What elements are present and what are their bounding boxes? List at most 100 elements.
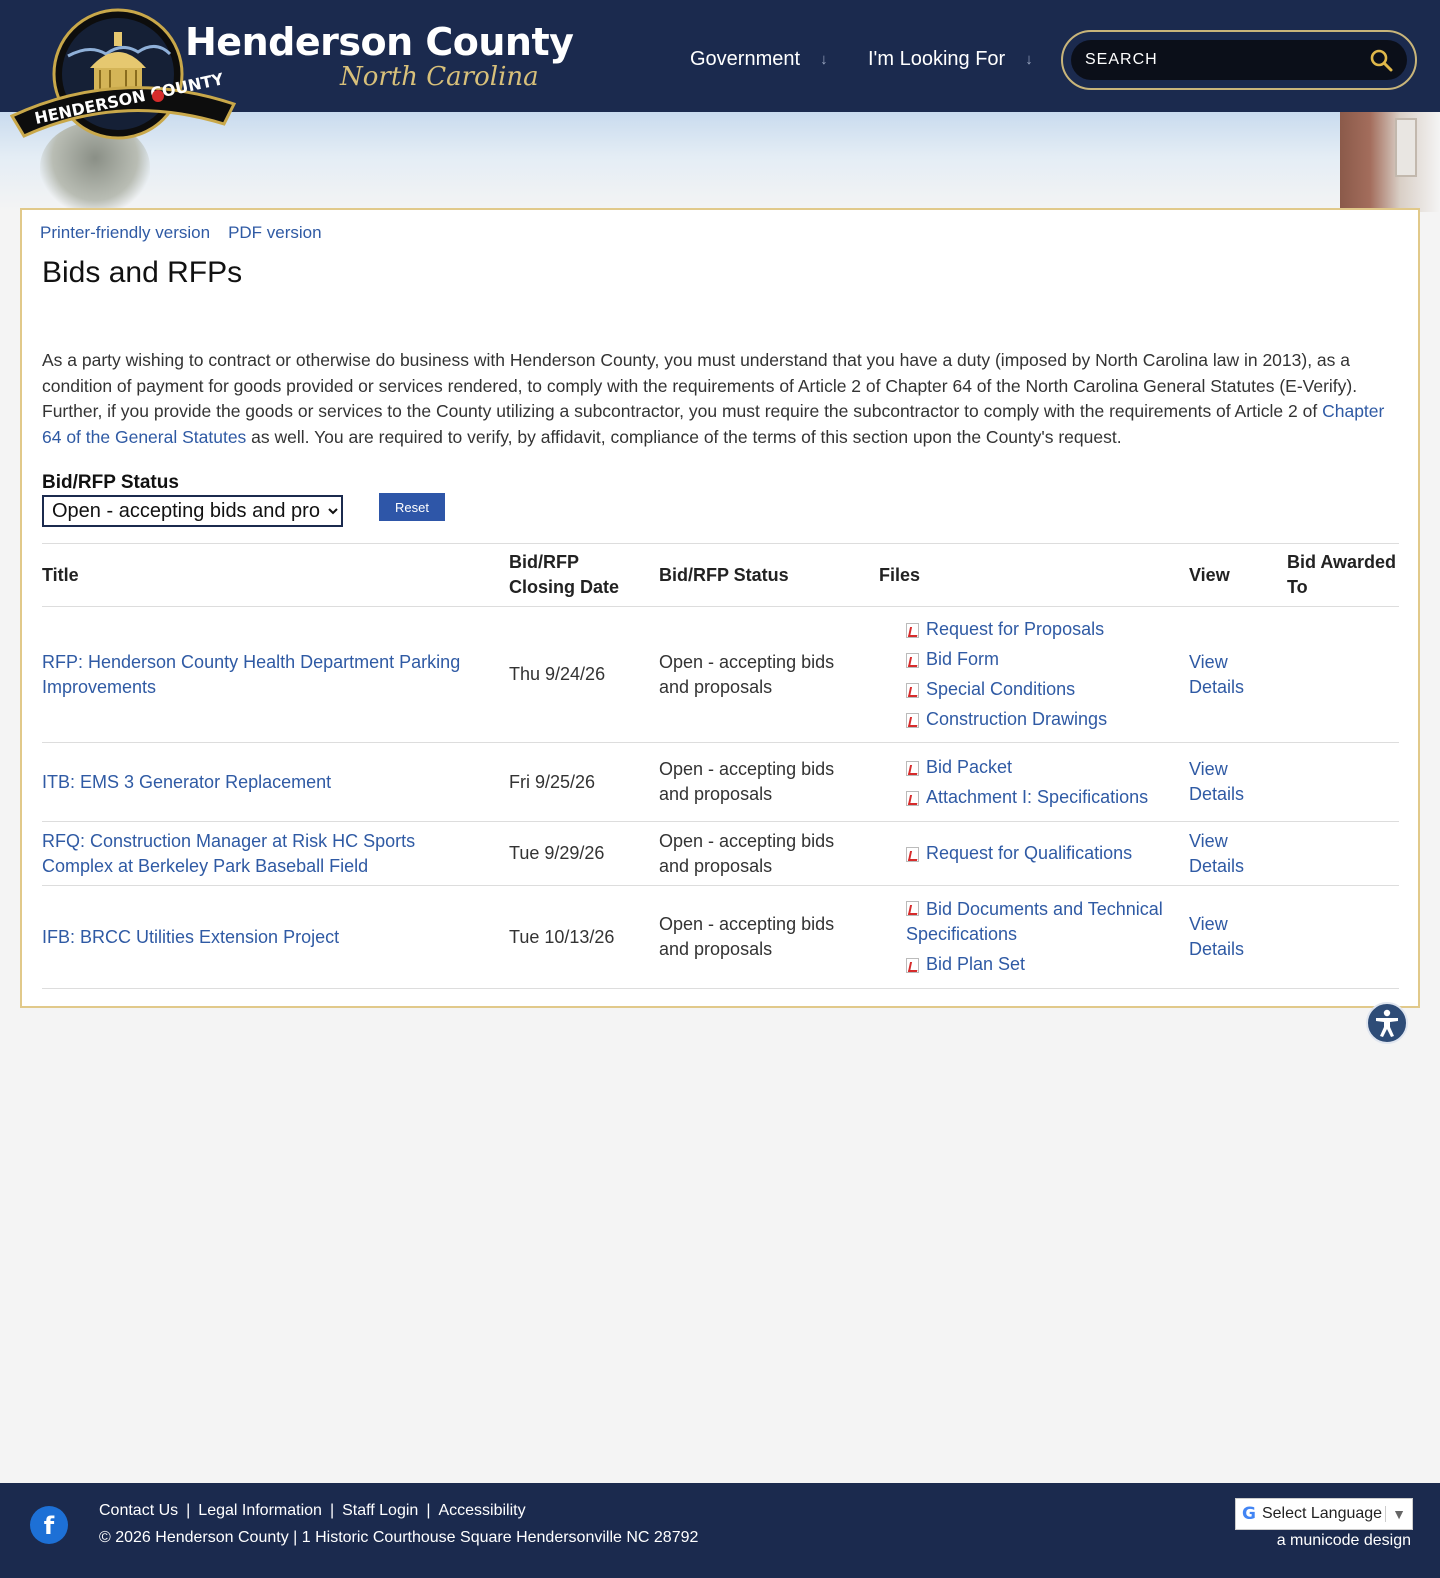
bid-status: Open - accepting bids and proposals <box>659 885 879 989</box>
site-header: HENDERSON COUNTY Henderson County North … <box>0 0 1440 140</box>
search-icon[interactable] <box>1369 48 1393 72</box>
files-list: Bid Documents and Technical Specificatio… <box>906 895 1189 980</box>
view-details-link[interactable]: View Details <box>1189 759 1244 804</box>
table-row: IFB: BRCC Utilities Extension Project Tu… <box>42 885 1399 989</box>
site-footer: f Contact Us | Legal Information | Staff… <box>0 1483 1440 1578</box>
view-details-link[interactable]: View Details <box>1189 914 1244 959</box>
closing-date: Thu 9/24/26 <box>509 606 659 743</box>
view-details-link[interactable]: View Details <box>1189 652 1244 697</box>
search-box <box>1071 40 1407 80</box>
google-translate-icon: G <box>1242 1504 1256 1524</box>
county-seal-logo[interactable]: HENDERSON COUNTY <box>10 8 236 144</box>
col-files: Files <box>879 543 1189 607</box>
pdf-file-icon <box>906 901 919 916</box>
search-container <box>1061 30 1417 90</box>
file-item: Bid Form <box>906 645 1189 675</box>
pdf-version-link[interactable]: PDF version <box>228 223 322 243</box>
bid-status: Open - accepting bids and proposals <box>659 606 879 743</box>
file-link[interactable]: Bid Form <box>926 647 999 672</box>
footer-links: Contact Us | Legal Information | Staff L… <box>99 1502 526 1520</box>
nav-looking-for[interactable]: I'm Looking For ↓ <box>868 48 1033 71</box>
bid-title-link[interactable]: RFQ: Construction Manager at Risk HC Spo… <box>42 831 415 876</box>
banner-building-image <box>1340 112 1440 212</box>
link-separator: | <box>329 1502 335 1519</box>
nav-label: I'm Looking For <box>868 48 1006 70</box>
credit-link[interactable]: a municode design <box>1277 1532 1411 1550</box>
files-list: Request for Qualifications <box>906 839 1189 869</box>
pdf-file-icon <box>906 760 919 776</box>
footer-link-staff-login[interactable]: Staff Login <box>342 1502 418 1520</box>
footer-link-legal[interactable]: Legal Information <box>198 1502 322 1520</box>
bid-title-link[interactable]: IFB: BRCC Utilities Extension Project <box>42 927 339 947</box>
file-item: Request for Proposals <box>906 615 1189 645</box>
bid-awarded <box>1287 885 1399 989</box>
pdf-file-icon <box>906 958 919 973</box>
file-link[interactable]: Attachment I: Specifications <box>926 785 1148 810</box>
col-status[interactable]: Bid/RFP Status <box>659 543 879 607</box>
col-closing-date[interactable]: Bid/RFP Closing Date <box>509 543 659 607</box>
printer-friendly-link[interactable]: Printer-friendly version <box>40 223 210 243</box>
bid-awarded <box>1287 606 1399 743</box>
file-item: Special Conditions <box>906 675 1189 705</box>
file-link[interactable]: Bid Documents and Technical Specificatio… <box>906 899 1163 944</box>
pdf-file-icon <box>906 623 919 638</box>
col-view: View <box>1189 543 1287 607</box>
reset-button[interactable]: Reset <box>379 493 445 521</box>
closing-date: Tue 10/13/26 <box>509 885 659 989</box>
pdf-file-icon <box>906 683 919 698</box>
footer-link-accessibility[interactable]: Accessibility <box>438 1502 525 1520</box>
language-select[interactable]: G Select Language ▼ <box>1235 1498 1413 1530</box>
dropdown-arrow-icon: ▼ <box>1385 1506 1412 1522</box>
col-awarded[interactable]: Bid Awarded To <box>1287 543 1399 607</box>
content-panel: Printer-friendly version PDF version Bid… <box>20 208 1420 1008</box>
site-title[interactable]: Henderson County <box>185 20 574 64</box>
closing-date: Fri 9/25/26 <box>509 742 659 822</box>
table-header-row: Title Bid/RFP Closing Date Bid/RFP Statu… <box>42 543 1399 607</box>
file-item: Construction Drawings <box>906 705 1189 735</box>
nav-government[interactable]: Government ↓ <box>690 48 828 71</box>
language-select-label: Select Language <box>1261 1505 1383 1522</box>
file-link[interactable]: Request for Proposals <box>926 617 1104 642</box>
chevron-down-icon: ↓ <box>1025 51 1033 68</box>
pdf-file-icon <box>906 790 919 806</box>
bid-awarded <box>1287 821 1399 886</box>
page-title: Bids and RFPs <box>42 256 243 289</box>
file-item: Request for Qualifications <box>906 839 1189 869</box>
table-row: RFQ: Construction Manager at Risk HC Spo… <box>42 821 1399 886</box>
copyright-text: © 2026 Henderson County | 1 Historic Cou… <box>99 1529 699 1546</box>
closing-date: Tue 9/29/26 <box>509 821 659 886</box>
nav-label: Government <box>690 48 801 70</box>
pdf-file-icon <box>906 653 919 668</box>
chevron-down-icon: ↓ <box>820 51 828 68</box>
files-list: Request for Proposals Bid Form Special C… <box>906 615 1189 735</box>
file-link[interactable]: Request for Qualifications <box>926 841 1132 866</box>
bids-table: Title Bid/RFP Closing Date Bid/RFP Statu… <box>42 543 1399 989</box>
facebook-icon[interactable]: f <box>30 1506 68 1544</box>
status-filter-label: Bid/RFP Status <box>42 472 179 493</box>
link-separator: | <box>426 1502 431 1519</box>
view-details-link[interactable]: View Details <box>1189 831 1244 876</box>
col-title[interactable]: Title <box>42 543 509 607</box>
file-item: Bid Packet <box>906 752 1189 782</box>
bid-status: Open - accepting bids and proposals <box>659 742 879 822</box>
files-list: Bid Packet Attachment I: Specifications <box>906 752 1189 812</box>
file-link[interactable]: Construction Drawings <box>926 707 1107 732</box>
pdf-file-icon <box>906 713 919 728</box>
pdf-file-icon <box>906 847 919 862</box>
status-filter-select[interactable]: Open - accepting bids and proposals <box>42 495 343 527</box>
file-link[interactable]: Special Conditions <box>926 677 1075 702</box>
link-separator: | <box>186 1502 191 1519</box>
intro-paragraph: As a party wishing to contract or otherw… <box>42 348 1402 450</box>
table-row: ITB: EMS 3 Generator Replacement Fri 9/2… <box>42 742 1399 822</box>
intro-text-1: As a party wishing to contract or otherw… <box>42 350 1358 421</box>
bid-title-link[interactable]: ITB: EMS 3 Generator Replacement <box>42 772 331 792</box>
footer-link-contact[interactable]: Contact Us <box>99 1502 178 1520</box>
bid-title-link[interactable]: RFP: Henderson County Health Department … <box>42 652 460 697</box>
bid-status: Open - accepting bids and proposals <box>659 821 879 886</box>
table-row: RFP: Henderson County Health Department … <box>42 606 1399 743</box>
search-input[interactable] <box>1085 51 1369 69</box>
file-link[interactable]: Bid Packet <box>926 755 1012 780</box>
file-link[interactable]: Bid Plan Set <box>926 952 1025 977</box>
accessibility-icon[interactable] <box>1366 1002 1408 1044</box>
print-links: Printer-friendly version PDF version <box>40 223 322 243</box>
